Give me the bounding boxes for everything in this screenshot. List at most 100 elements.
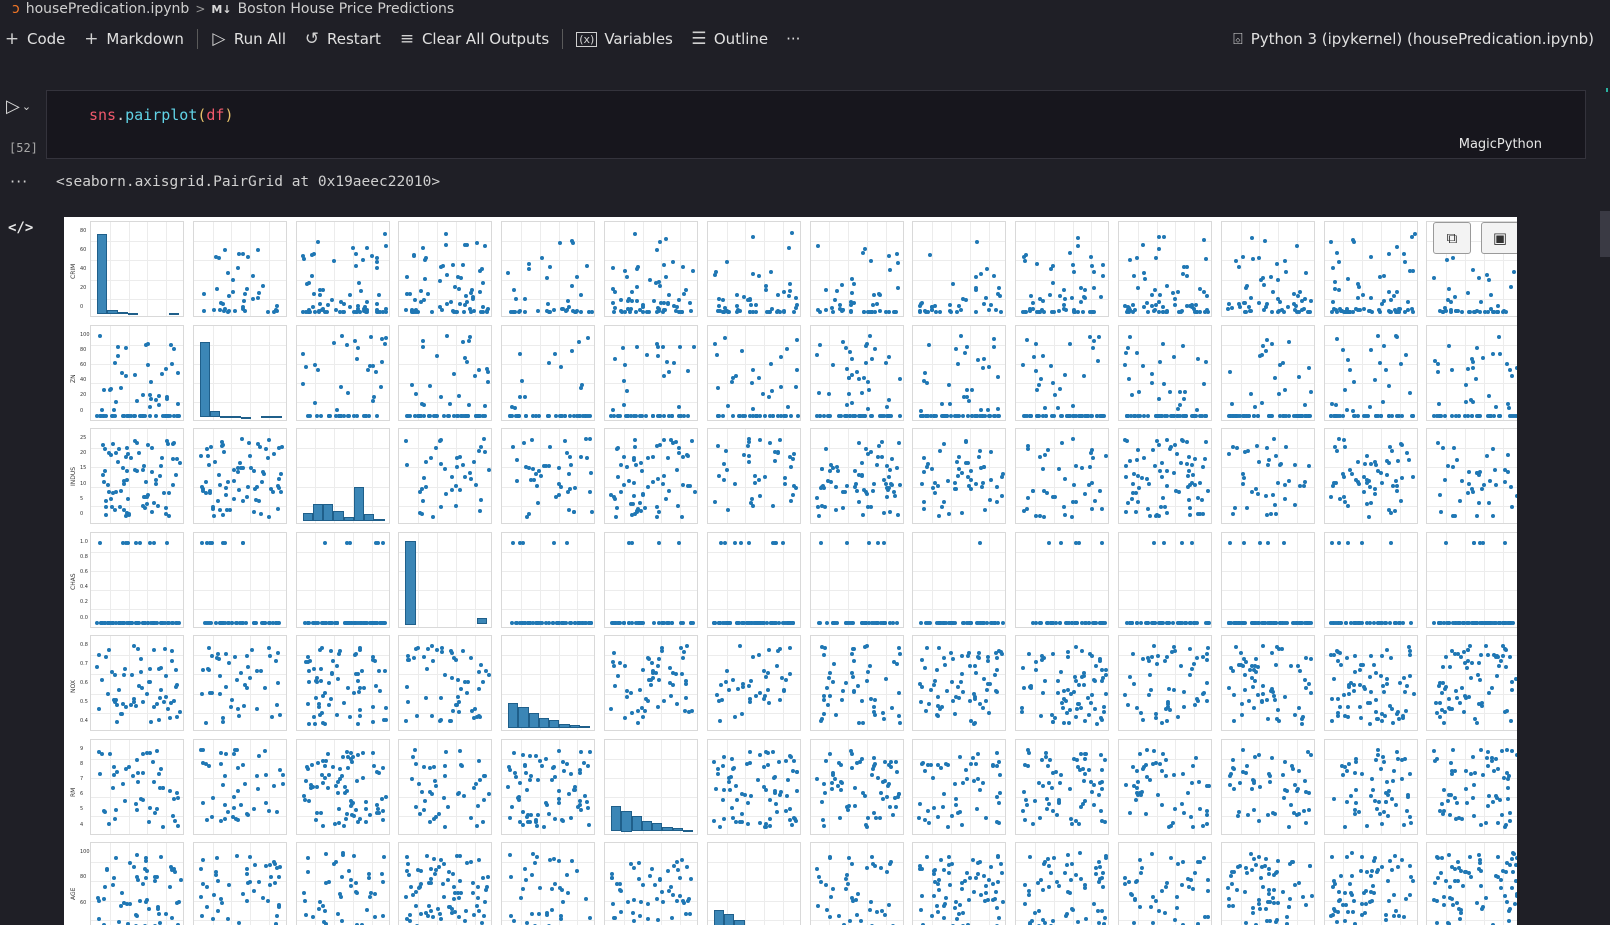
scatter-point [134, 807, 139, 812]
scatter-point [781, 540, 786, 545]
scatter-point [226, 294, 231, 299]
scatter-point [1204, 651, 1209, 656]
scatter-point [1347, 691, 1352, 696]
scatter-point [795, 337, 800, 342]
scatter-point [129, 456, 134, 461]
scatter-point [216, 656, 221, 661]
outline-button[interactable]: ☰ Outline [682, 26, 777, 52]
scatter-point [629, 691, 634, 696]
scatter-point [1397, 306, 1402, 311]
scatter-point [932, 490, 937, 495]
code-cell-editor[interactable] [46, 90, 1586, 159]
run-cell-button[interactable]: ▷ ⌄ [6, 96, 31, 117]
scatter-point [160, 455, 165, 460]
scatter-point [214, 620, 219, 625]
gridline [726, 739, 728, 834]
scatter-point [145, 620, 150, 625]
scatter-point [1355, 307, 1360, 312]
scatter-point [919, 413, 924, 418]
more-actions-button[interactable]: ··· [777, 26, 809, 52]
scatter-point [224, 752, 229, 757]
gridline [166, 325, 168, 420]
gridline [352, 532, 354, 627]
scatter-point [963, 298, 968, 303]
scatter-point [637, 688, 642, 693]
scatter-point [533, 753, 538, 758]
scatter-point [355, 345, 360, 350]
scatter-point [1100, 262, 1105, 267]
scatter-point [435, 354, 440, 359]
scatter-point [616, 413, 621, 418]
scatter-point [278, 489, 283, 494]
scatter-point [370, 704, 375, 709]
gridline [502, 551, 595, 553]
scatter-point [615, 673, 620, 678]
scatter-point [738, 644, 743, 649]
gridline [296, 570, 389, 572]
scatter-point [1165, 468, 1170, 473]
scatter-point [418, 490, 423, 495]
scatter-point [1200, 692, 1205, 697]
gridline [193, 260, 286, 262]
breadcrumb-section[interactable]: Boston House Price Predictions [238, 1, 455, 17]
scatter-point [585, 264, 590, 269]
add-markdown-button[interactable]: + Markdown [74, 26, 192, 52]
scatter-panel [295, 221, 390, 317]
scatter-point [1260, 692, 1265, 697]
scatter-point [172, 699, 177, 704]
scatter-point [1372, 486, 1377, 491]
scatter-point [1438, 700, 1443, 705]
chevron-down-icon[interactable]: ⌄ [22, 100, 31, 113]
kernel-picker[interactable]: ⌺ Python 3 (ipykernel) (housePredication… [1233, 24, 1594, 54]
scatter-point [961, 413, 966, 418]
scatter-panel [1323, 221, 1418, 317]
scatter-point [865, 678, 870, 683]
scatter-point [536, 500, 541, 505]
run-all-button[interactable]: ▷ Run All [202, 26, 295, 52]
restart-button[interactable]: ↺ Restart [295, 26, 390, 52]
scatter-point [717, 620, 722, 625]
gridline [782, 325, 784, 420]
gridline [1175, 325, 1177, 420]
scatter-point [1239, 620, 1244, 625]
clear-outputs-button[interactable]: ≡ Clear All Outputs [390, 26, 558, 52]
scatter-point [1093, 499, 1098, 504]
scatter-point [552, 351, 557, 356]
scatter-point [635, 344, 640, 349]
scatter-point [815, 496, 820, 501]
scatter-point [1195, 511, 1200, 516]
variables-button[interactable]: (x) Variables [567, 26, 682, 52]
scatter-point [678, 345, 683, 350]
tick-label: 0.5 [80, 699, 88, 705]
gridline [932, 429, 934, 523]
scatter-point [346, 413, 351, 418]
histogram-bar [631, 816, 642, 832]
scatter-point [463, 475, 468, 480]
scatter-point [897, 721, 902, 725]
add-code-button[interactable]: + Code [0, 26, 74, 52]
scatter-panel [706, 635, 801, 731]
gridline [1427, 298, 1517, 300]
scatter-point [656, 280, 661, 285]
scatter-point [523, 620, 528, 625]
code-line[interactable]: sns.pairplot(df) [89, 106, 234, 124]
scatter-point [669, 694, 674, 699]
scatter-point [482, 774, 487, 779]
code-icon[interactable]: </> [8, 220, 33, 236]
gridline [128, 222, 130, 316]
scatter-point [974, 413, 979, 418]
scatter-point [579, 807, 584, 812]
scatter-point [952, 480, 957, 485]
scatter-point [1231, 719, 1236, 724]
scatter-point [1465, 367, 1470, 372]
scatter-point [1165, 719, 1170, 724]
output-more-button[interactable]: ··· [10, 172, 28, 191]
breadcrumb-file[interactable]: housePredication.ipynb [26, 1, 190, 17]
cell-language[interactable]: MagicPython [1459, 137, 1542, 152]
scatter-point [1200, 498, 1205, 503]
scatter-point [119, 489, 124, 494]
scatter-point [1463, 661, 1468, 666]
scatter-point [1408, 674, 1413, 679]
scatter-point [836, 413, 841, 418]
scatter-point [989, 449, 994, 454]
